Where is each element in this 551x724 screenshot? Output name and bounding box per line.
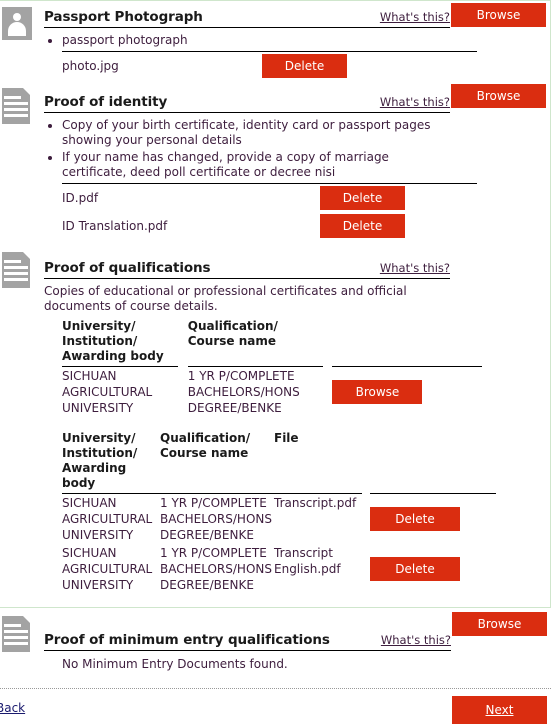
cell-university: SICHUAN AGRICULTURAL UNIVERSITY: [62, 495, 153, 542]
identity-icon-box: [2, 87, 32, 124]
cell-university: SICHUAN AGRICULTURAL UNIVERSITY: [62, 545, 153, 592]
minimum-entry-icon-box: [2, 616, 32, 652]
delete-button-id-pdf[interactable]: Delete: [320, 185, 405, 210]
qualifications-description: Copies of educational or professional ce…: [44, 283, 407, 314]
identity-heading-row: Proof of identity What's this?: [44, 94, 450, 113]
cell-file-name: Transcript English.pdf: [274, 545, 341, 576]
next-button-label: Next: [485, 703, 514, 717]
person-icon-head: [13, 13, 21, 21]
table-row: ID Translation.pdf Delete: [62, 212, 477, 240]
table-header-row: University/ Institution/ Awarding body Q…: [62, 430, 496, 494]
page-title-qualifications: Proof of qualifications: [44, 259, 211, 276]
file-name: ID.pdf: [62, 190, 99, 205]
browse-button-qualification-row[interactable]: Browse: [332, 379, 423, 404]
delete-button-transcript-english-pdf[interactable]: Delete: [370, 556, 460, 581]
column-header-action: [370, 430, 496, 494]
whats-this-link-identity[interactable]: What's this?: [380, 95, 450, 109]
delete-button-transcript-pdf[interactable]: Delete: [370, 506, 460, 531]
minimum-entry-empty-message: No Minimum Entry Documents found.: [62, 657, 288, 671]
document-icon: [2, 87, 30, 124]
passport-file-table: photo.jpg Delete: [62, 49, 477, 80]
documents-scroll-content: Browse Passport Photograph What's this? …: [0, 1, 550, 594]
document-icon: [2, 616, 30, 652]
back-link[interactable]: Back: [0, 701, 25, 715]
document-icon-fold: [23, 251, 30, 259]
section-passport-photograph: Browse Passport Photograph What's this? …: [0, 1, 550, 80]
section-proof-of-identity: Browse Proof of identity What's this? Co…: [0, 80, 550, 240]
passport-photo-icon-box: [2, 7, 32, 43]
passport-bullet-list: passport photograph: [44, 33, 540, 49]
document-icon-fold: [23, 87, 30, 95]
cell-qualification: 1 YR P/COMPLETE BACHELORS/HONS DEGREE/BE…: [160, 545, 272, 592]
list-item: Copy of your birth certificate, identity…: [62, 118, 540, 149]
browse-button-passport[interactable]: Browse: [451, 3, 546, 27]
page-title-identity: Proof of identity: [44, 93, 168, 110]
column-header-qualification: Qualification/ Course name: [160, 430, 274, 494]
document-icon-fold: [23, 616, 30, 623]
page-title-passport: Passport Photograph: [44, 9, 203, 25]
page-title-minimum-entry: Proof of minimum entry qualifications: [44, 632, 330, 648]
cell-qualification: 1 YR P/COMPLETE BACHELORS/HONS DEGREE/BE…: [187, 368, 300, 415]
column-header-file: File: [274, 430, 362, 494]
qualifications-heading-row: Proof of qualifications What's this?: [44, 260, 450, 279]
delete-button-photo[interactable]: Delete: [262, 53, 347, 78]
qualifications-uploaded-table: University/ Institution/ Awarding body Q…: [62, 430, 496, 594]
passport-heading-row: Passport Photograph What's this?: [44, 9, 450, 28]
column-header-university: University/ Institution/ Awarding body: [62, 318, 179, 367]
cell-university: SICHUAN AGRICULTURAL UNIVERSITY: [62, 368, 153, 415]
identity-bullet-list: Copy of your birth certificate, identity…: [44, 118, 540, 181]
table-row: SICHUAN AGRICULTURAL UNIVERSITY 1 YR P/C…: [62, 493, 496, 544]
qualifications-upload-table: University/ Institution/ Awarding body Q…: [62, 318, 482, 417]
column-header-action: [332, 318, 482, 367]
cell-file-name: Transcript.pdf: [274, 495, 357, 510]
section-minimum-entry-qualifications: Browse Proof of minimum entry qualificat…: [0, 608, 551, 671]
nav-separator: [0, 688, 551, 689]
cell-qualification: 1 YR P/COMPLETE BACHELORS/HONS DEGREE/BE…: [160, 495, 272, 542]
file-name: ID Translation.pdf: [62, 218, 168, 233]
whats-this-link-passport[interactable]: What's this?: [380, 10, 450, 24]
minimum-entry-heading-row: Proof of minimum entry qualifications Wh…: [44, 632, 451, 651]
identity-file-table: ID.pdf Delete ID Translation.pdf Delete: [62, 181, 477, 240]
documents-scroll-region[interactable]: Browse Passport Photograph What's this? …: [0, 0, 551, 608]
next-button[interactable]: Next: [452, 696, 547, 724]
section-proof-of-qualifications: Proof of qualifications What's this? Cop…: [0, 240, 550, 594]
table-row: SICHUAN AGRICULTURAL UNIVERSITY 1 YR P/C…: [62, 366, 482, 417]
person-icon-body: [8, 22, 26, 36]
list-item: passport photograph: [62, 33, 540, 49]
delete-button-id-translation-pdf[interactable]: Delete: [320, 213, 405, 238]
table-row: photo.jpg Delete: [62, 51, 477, 80]
whats-this-link-minimum-entry[interactable]: What's this?: [381, 633, 451, 647]
table-header-row: University/ Institution/ Awarding body Q…: [62, 318, 482, 367]
column-header-qualification: Qualification/ Course name: [187, 318, 323, 367]
table-row: SICHUAN AGRICULTURAL UNIVERSITY 1 YR P/C…: [62, 544, 496, 594]
browse-button-minimum-entry[interactable]: Browse: [452, 612, 547, 636]
qualifications-icon-box: [2, 251, 32, 288]
list-item: If your name has changed, provide a copy…: [62, 150, 540, 181]
column-header-university: University/ Institution/ Awarding body: [62, 430, 160, 494]
whats-this-link-qualifications[interactable]: What's this?: [380, 261, 450, 275]
table-row: ID.pdf Delete: [62, 183, 477, 212]
browse-button-identity[interactable]: Browse: [451, 83, 546, 108]
bottom-area: Browse Proof of minimum entry qualificat…: [0, 608, 551, 724]
document-icon: [2, 251, 30, 288]
person-icon: [2, 7, 32, 40]
file-name: photo.jpg: [62, 58, 119, 73]
